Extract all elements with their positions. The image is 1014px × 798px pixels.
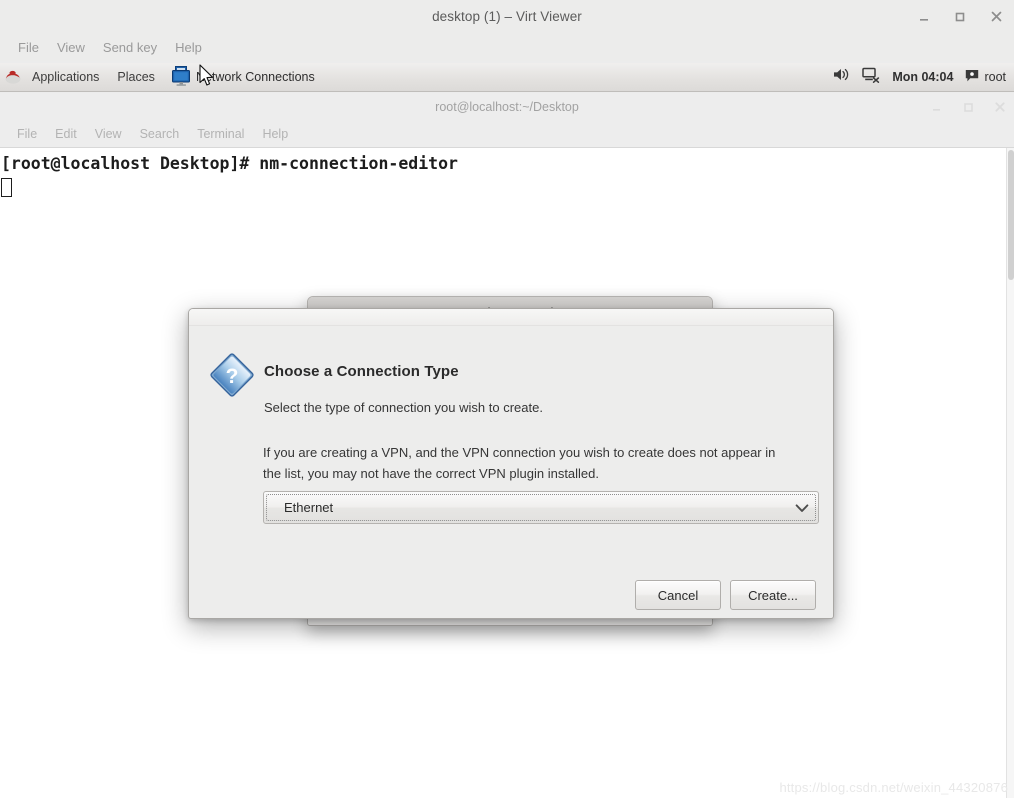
panel-clock[interactable]: Mon 04:04 [892,70,953,84]
menu-help[interactable]: Help [166,38,211,57]
svg-text:?: ? [226,365,239,388]
window-list-label: Network Connections [195,70,315,84]
chevron-down-icon[interactable] [794,500,810,516]
virt-viewer-title: desktop (1) – Virt Viewer [432,9,582,24]
terminal-line [1,176,1006,200]
network-disconnected-icon[interactable] [862,67,880,88]
terminal-scrollbar-thumb[interactable] [1008,150,1014,280]
panel-right-group: Mon 04:04 root [833,63,1014,91]
virt-viewer-menubar: File View Send key Help [0,33,1014,61]
watermark: https://blog.csdn.net/weixin_44320876 [779,780,1008,795]
terminal-titlebar[interactable]: root@localhost:~/Desktop [0,93,1014,121]
monitor-icon [170,66,194,88]
terminal-menu-file[interactable]: File [8,125,46,143]
terminal-prompt: [root@localhost Desktop]# [1,154,260,173]
connection-type-value: Ethernet [284,500,334,515]
menu-view[interactable]: View [48,38,94,57]
dialog-text-block: Choose a Connection Type Select the type… [263,363,809,484]
minimize-icon[interactable] [914,7,934,27]
close-icon[interactable] [986,7,1006,27]
terminal-title: root@localhost:~/Desktop [435,100,579,114]
user-menu[interactable]: root [965,69,1006,86]
terminal-menu-view[interactable]: View [86,125,131,143]
question-diamond-icon: ? [208,352,256,400]
volume-icon[interactable] [833,67,850,87]
terminal-cursor [1,178,12,197]
virt-viewer-window-controls [914,0,1006,33]
connection-type-combobox[interactable]: Ethernet [263,491,819,524]
terminal-menu-help[interactable]: Help [253,125,297,143]
maximize-icon[interactable] [950,7,970,27]
terminal-close-icon[interactable] [992,99,1008,115]
virt-viewer-window: desktop (1) – Virt Viewer File View Send… [0,0,1014,798]
terminal-scrollbar[interactable] [1006,148,1014,798]
terminal-command: nm-connection-editor [259,154,458,173]
terminal-window-controls [928,93,1008,121]
terminal-line: [root@localhost Desktop]# nm-connection-… [1,152,1006,176]
menu-send-key[interactable]: Send key [94,38,166,57]
combo-focus-ring [266,494,816,521]
terminal-minimize-icon[interactable] [928,99,944,115]
dialog-titlebar[interactable] [189,309,833,326]
dialog-action-area: Cancel Create... [188,571,834,619]
dialog-content: ? Choose a Connection Type Select the ty… [189,326,833,484]
panel-left-group: Applications Places Network Connections [0,63,315,91]
create-button[interactable]: Create... [730,580,816,610]
user-status-icon [965,69,979,86]
terminal-menubar: File Edit View Search Terminal Help [0,121,1014,148]
places-menu[interactable]: Places [108,63,164,91]
gnome-top-panel: Applications Places Network Connections [0,63,1014,92]
terminal-menu-search[interactable]: Search [131,125,189,143]
user-name: root [984,70,1006,84]
dialog-subtext: Select the type of connection you wish t… [264,400,543,415]
terminal-menu-terminal[interactable]: Terminal [188,125,253,143]
cancel-button[interactable]: Cancel [635,580,721,610]
virt-viewer-titlebar[interactable]: desktop (1) – Virt Viewer [0,0,1014,33]
menu-file[interactable]: File [9,38,48,57]
terminal-maximize-icon[interactable] [960,99,976,115]
applications-menu[interactable]: Applications [23,63,108,91]
red-hat-logo-icon [4,68,22,86]
dialog-heading: Choose a Connection Type [264,363,459,380]
dialog-paragraph: If you are creating a VPN, and the VPN c… [263,445,776,481]
window-list-item-network-connections[interactable]: Network Connections [164,63,315,91]
terminal-menu-edit[interactable]: Edit [46,125,86,143]
